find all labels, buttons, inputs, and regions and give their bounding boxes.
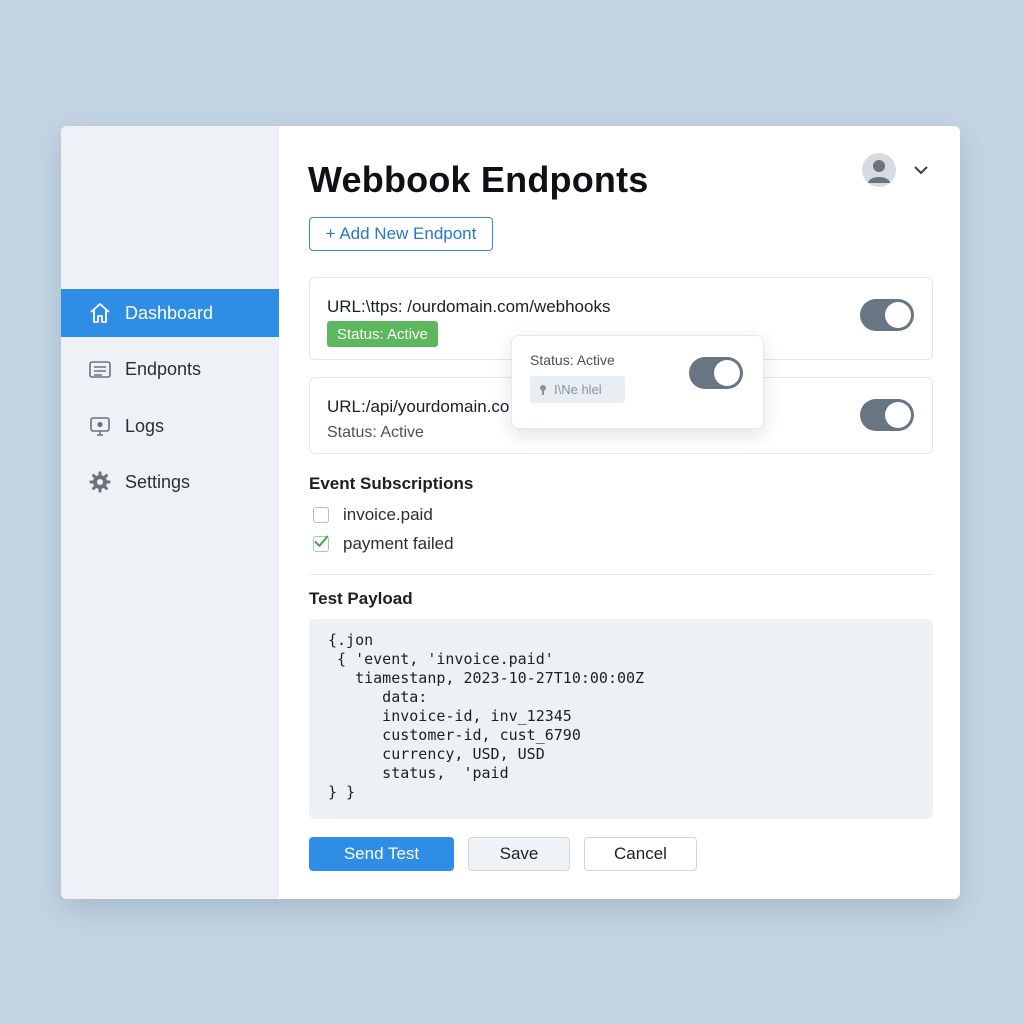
payload-line: tiamestanp, 2023-10-27T10:00:00Z bbox=[328, 669, 645, 687]
subscription-payment-failed[interactable]: payment failed bbox=[313, 534, 454, 554]
endpoint-toggle[interactable] bbox=[860, 399, 914, 431]
status-badge: Status: Active bbox=[327, 321, 438, 347]
add-new-endpoint-button[interactable]: + Add New Endpont bbox=[309, 217, 493, 251]
send-test-button[interactable]: Send Test bbox=[309, 837, 454, 871]
monitor-icon bbox=[87, 413, 113, 439]
status-text: Status: Active bbox=[327, 424, 424, 441]
payload-line: { 'event, 'invoice.paid' bbox=[328, 650, 554, 668]
toggle-knob bbox=[885, 302, 911, 328]
checkmark-icon bbox=[314, 535, 328, 547]
save-button[interactable]: Save bbox=[468, 837, 570, 871]
toggle-knob bbox=[885, 402, 911, 428]
user-avatar-icon[interactable] bbox=[862, 153, 896, 187]
home-icon bbox=[87, 300, 113, 326]
sidebar-item-label: Endponts bbox=[125, 358, 202, 379]
checkbox-label: invoice.paid bbox=[343, 505, 433, 524]
main-content: Webbook Endponts + Add New Endpont URL:\… bbox=[279, 126, 960, 899]
pin-icon bbox=[539, 384, 547, 395]
payload-line: } } bbox=[328, 783, 356, 801]
payload-line: customer-id, cust_6790 bbox=[328, 726, 581, 744]
endpoint-url: URL:\ttps: /ourdomain.com/webhooks bbox=[327, 297, 610, 317]
page-title: Webbook Endponts bbox=[308, 159, 649, 200]
sidebar-item-logs[interactable]: Logs bbox=[61, 402, 279, 450]
subscription-invoice-paid[interactable]: invoice.paid bbox=[313, 505, 433, 525]
payload-line: data: bbox=[328, 688, 428, 706]
endpoint-toggle[interactable] bbox=[860, 299, 914, 331]
popover-toggle[interactable] bbox=[689, 357, 743, 389]
url-value: \ttps: /ourdomain.com/webhooks bbox=[365, 297, 611, 316]
popover-status: Status: Active bbox=[530, 352, 615, 368]
sidebar-item-dashboard[interactable]: Dashboard bbox=[61, 289, 279, 337]
app-window: Dashboard Endponts Logs Settings Webbook… bbox=[61, 126, 960, 899]
status-popover: Status: Active I\Ne hlel bbox=[511, 335, 764, 429]
url-value: /api/yourdomain.co bbox=[365, 397, 510, 416]
payload-editor[interactable]: {.jon { 'event, 'invoice.paid' tiamestan… bbox=[309, 619, 933, 819]
cancel-button[interactable]: Cancel bbox=[584, 837, 697, 871]
chevron-down-icon[interactable] bbox=[911, 160, 931, 180]
popover-chip-label: I\Ne hlel bbox=[554, 382, 602, 397]
toggle-knob bbox=[714, 360, 740, 386]
popover-chip: I\Ne hlel bbox=[530, 376, 625, 403]
sidebar: Dashboard Endponts Logs Settings bbox=[61, 126, 279, 899]
test-payload-title: Test Payload bbox=[309, 589, 413, 608]
divider bbox=[309, 574, 933, 575]
sidebar-item-settings[interactable]: Settings bbox=[61, 458, 279, 506]
url-label: URL: bbox=[327, 397, 366, 416]
sidebar-item-label: Settings bbox=[125, 471, 191, 492]
payload-line: {.jon bbox=[328, 631, 374, 649]
event-subscriptions-title: Event Subscriptions bbox=[309, 474, 474, 493]
payload-line: status, 'paid bbox=[328, 764, 509, 782]
checkbox[interactable] bbox=[313, 507, 329, 523]
gear-icon bbox=[87, 469, 113, 495]
sidebar-item-label: Logs bbox=[125, 415, 165, 436]
user-menu[interactable] bbox=[862, 153, 931, 187]
endpoint-url: URL:/api/yourdomain.co bbox=[327, 397, 509, 417]
checkbox-label: payment failed bbox=[343, 534, 454, 553]
payload-line: invoice-id, inv_12345 bbox=[328, 707, 572, 725]
payload-line: currency, USD, USD bbox=[328, 745, 545, 763]
sidebar-item-endpoints[interactable]: Endponts bbox=[61, 345, 279, 393]
checkbox[interactable] bbox=[313, 535, 329, 552]
list-icon bbox=[87, 356, 113, 382]
sidebar-item-label: Dashboard bbox=[125, 302, 214, 323]
url-label: URL: bbox=[327, 297, 366, 316]
